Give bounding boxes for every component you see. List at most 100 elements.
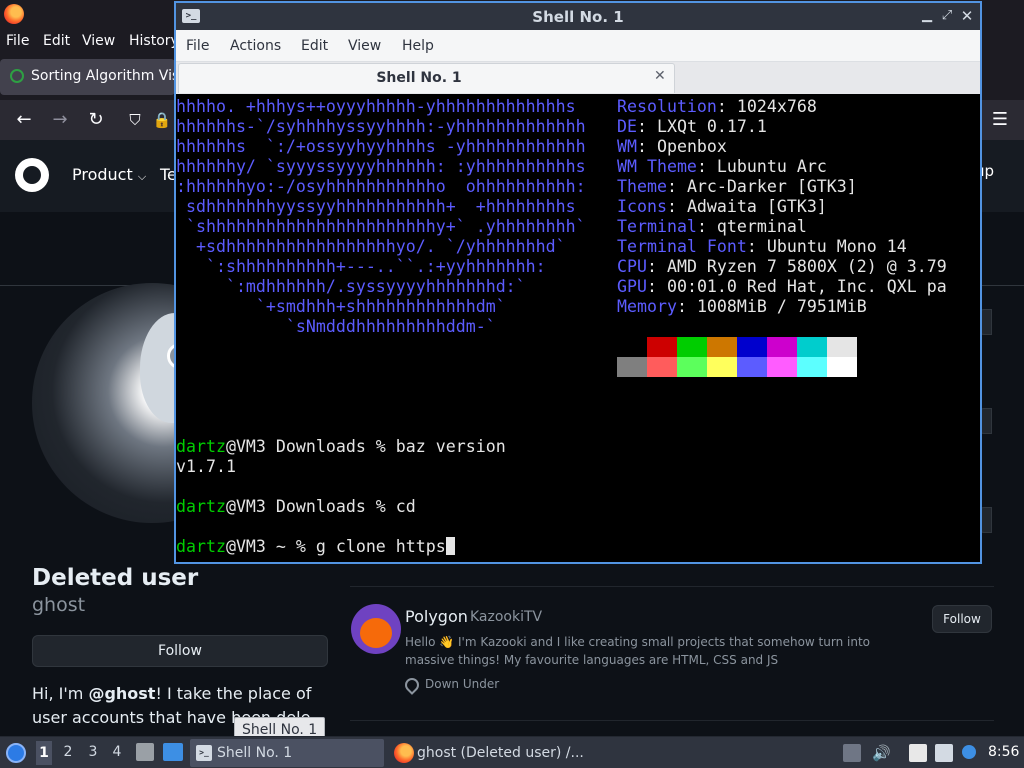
show-desktop-icon[interactable]: [163, 743, 183, 761]
text-cursor: [445, 537, 455, 555]
sysinfo-value: qterminal: [716, 217, 807, 236]
ascii-art-line: hhhhhhs-`/syhhhhyssyyhhhh:-yhhhhhhhhhhhh…: [176, 117, 586, 136]
color-swatch: [677, 357, 707, 377]
workspace-1[interactable]: 1: [36, 741, 52, 765]
tab-close-icon[interactable]: ✕: [654, 68, 666, 84]
divider: [350, 586, 994, 587]
menu-file[interactable]: File: [186, 38, 209, 54]
sysinfo-separator: :: [666, 177, 687, 196]
bio-handle[interactable]: @ghost: [88, 684, 155, 703]
ascii-art-line: `sNmdddhhhhhhhhhddm-`: [176, 317, 496, 336]
sysinfo-key: Resolution: [617, 97, 717, 116]
command-output: v1.7.1: [176, 457, 236, 476]
sysinfo-separator: :: [646, 277, 667, 296]
shield-icon[interactable]: ⛉: [123, 108, 147, 132]
menu-view[interactable]: View: [82, 33, 115, 49]
prompt-command: @VM3 Downloads % baz version: [225, 437, 506, 456]
terminal-titlebar[interactable]: >_ Shell No. 1 ▁ ⤢ ✕: [176, 3, 980, 30]
volume-icon[interactable]: 🔊: [872, 744, 891, 762]
tab-favicon-icon: [10, 69, 24, 83]
color-swatch: [797, 357, 827, 377]
back-icon[interactable]: ←: [12, 108, 36, 132]
update-notifier-icon[interactable]: [962, 745, 976, 759]
prompt-line: dartz@VM3 Downloads % baz version: [176, 437, 506, 457]
orange-character-icon: [360, 618, 392, 648]
sysinfo-row: GPU: 00:01.0 Red Hat, Inc. QXL pa: [617, 277, 947, 297]
forward-icon[interactable]: →: [48, 108, 72, 132]
file-manager-icon[interactable]: [136, 743, 154, 761]
lock-icon[interactable]: 🔒: [150, 108, 174, 132]
color-swatch: [737, 357, 767, 377]
user-card-bio: Hello 👋 I'm Kazooki and I like creating …: [405, 635, 870, 667]
close-icon[interactable]: ✕: [958, 7, 976, 25]
menu-actions[interactable]: Actions: [230, 38, 281, 54]
bio-prefix: Hi, I'm: [32, 684, 89, 703]
ascii-art-line: `:shhhhhhhhhh+---..``.:+yyhhhhhhh:: [176, 257, 546, 276]
menu-view[interactable]: View: [348, 38, 381, 54]
terminal-menubar: File Actions Edit View Help: [176, 30, 980, 62]
terminal-output[interactable]: hhhho. +hhhys++oyyyhhhhh-yhhhhhhhhhhhhhs…: [176, 94, 980, 562]
color-swatch: [647, 337, 677, 357]
sysinfo-value: Arc-Darker [GTK3]: [686, 177, 857, 196]
workspace-3[interactable]: 3: [85, 744, 101, 760]
firefox-logo-icon: [4, 4, 24, 24]
removable-drive-icon[interactable]: [843, 744, 861, 762]
clipboard-icon[interactable]: [909, 744, 927, 762]
profile-name: Deleted user: [32, 565, 199, 591]
prompt-user: dartz: [176, 437, 226, 456]
sysinfo-key: WM: [617, 137, 637, 156]
follow-button[interactable]: Follow: [32, 635, 328, 667]
tab-sorting-algorithm[interactable]: Sorting Algorithm Vis: [0, 59, 179, 95]
nav-product[interactable]: Product ⌵: [72, 165, 146, 184]
color-swatch: [707, 357, 737, 377]
menu-edit[interactable]: Edit: [301, 38, 328, 54]
tab-shell-1[interactable]: Shell No. 1 ✕: [178, 63, 675, 93]
prompt-line[interactable]: dartz@VM3 ~ % g clone https: [176, 537, 455, 557]
terminal-icon: >_: [196, 745, 212, 761]
menu-history[interactable]: History: [129, 33, 179, 49]
maximize-icon[interactable]: ⤢: [938, 7, 956, 25]
reload-icon[interactable]: ↻: [84, 108, 108, 132]
color-swatch: [707, 337, 737, 357]
minimize-icon[interactable]: ▁: [918, 7, 936, 25]
user-card-avatar[interactable]: [351, 604, 401, 654]
task-firefox[interactable]: ghost (Deleted user) /...: [390, 739, 590, 767]
sysinfo-value: 00:01.0 Red Hat, Inc. QXL pa: [666, 277, 947, 296]
clock[interactable]: 8:56: [988, 744, 1019, 760]
start-menu-icon[interactable]: [6, 743, 26, 763]
sysinfo-value: Ubuntu Mono 14: [766, 237, 907, 256]
firefox-icon: [394, 743, 414, 763]
network-icon[interactable]: [935, 744, 953, 762]
user-card-login[interactable]: KazookiTV: [470, 609, 542, 625]
user-card-name[interactable]: Polygon: [405, 607, 468, 626]
ascii-art-line: hhhhhhy/ `syyyssyyyyhhhhhh: :yhhhhhhhhhh…: [176, 157, 586, 176]
tab-label: Shell No. 1: [376, 70, 462, 86]
sysinfo-row: Resolution: 1024x768: [617, 97, 817, 117]
sysinfo-separator: :: [646, 257, 667, 276]
ascii-art-line: `shhhhhhhhhhhhhhhhhhhhhhhy+` .yhhhhhhhh`: [176, 217, 586, 236]
sysinfo-key: CPU: [617, 257, 647, 276]
ascii-art-line: `+smdhhh+shhhhhhhhhhhhdm`: [176, 297, 506, 316]
nav-product-label: Product: [72, 165, 133, 184]
menu-edit[interactable]: Edit: [43, 33, 70, 49]
sysinfo-key: GPU: [617, 277, 647, 296]
sysinfo-row: Theme: Arc-Darker [GTK3]: [617, 177, 857, 197]
workspace-2[interactable]: 2: [60, 744, 76, 760]
menu-file[interactable]: File: [6, 33, 29, 49]
hamburger-menu-icon[interactable]: ☰: [988, 108, 1012, 132]
prompt-command: @VM3 ~ % g clone https: [225, 537, 446, 556]
sysinfo-row: Terminal: qterminal: [617, 217, 807, 237]
sysinfo-separator: :: [636, 117, 657, 136]
menu-help[interactable]: Help: [402, 38, 434, 54]
task-terminal[interactable]: >_ Shell No. 1: [190, 739, 384, 767]
window-title: Shell No. 1: [532, 8, 624, 26]
sysinfo-row: Terminal Font: Ubuntu Mono 14: [617, 237, 907, 257]
ascii-art-line: `:mdhhhhhh/.syssyyyyhhhhhhhd:`: [176, 277, 526, 296]
workspace-4[interactable]: 4: [109, 744, 125, 760]
user-card-follow-button[interactable]: Follow: [932, 605, 992, 633]
sysinfo-value: LXQt 0.17.1: [656, 117, 767, 136]
sysinfo-separator: :: [636, 137, 657, 156]
github-logo-icon[interactable]: [15, 158, 49, 192]
color-swatch: [617, 337, 647, 357]
divider: [350, 720, 994, 721]
